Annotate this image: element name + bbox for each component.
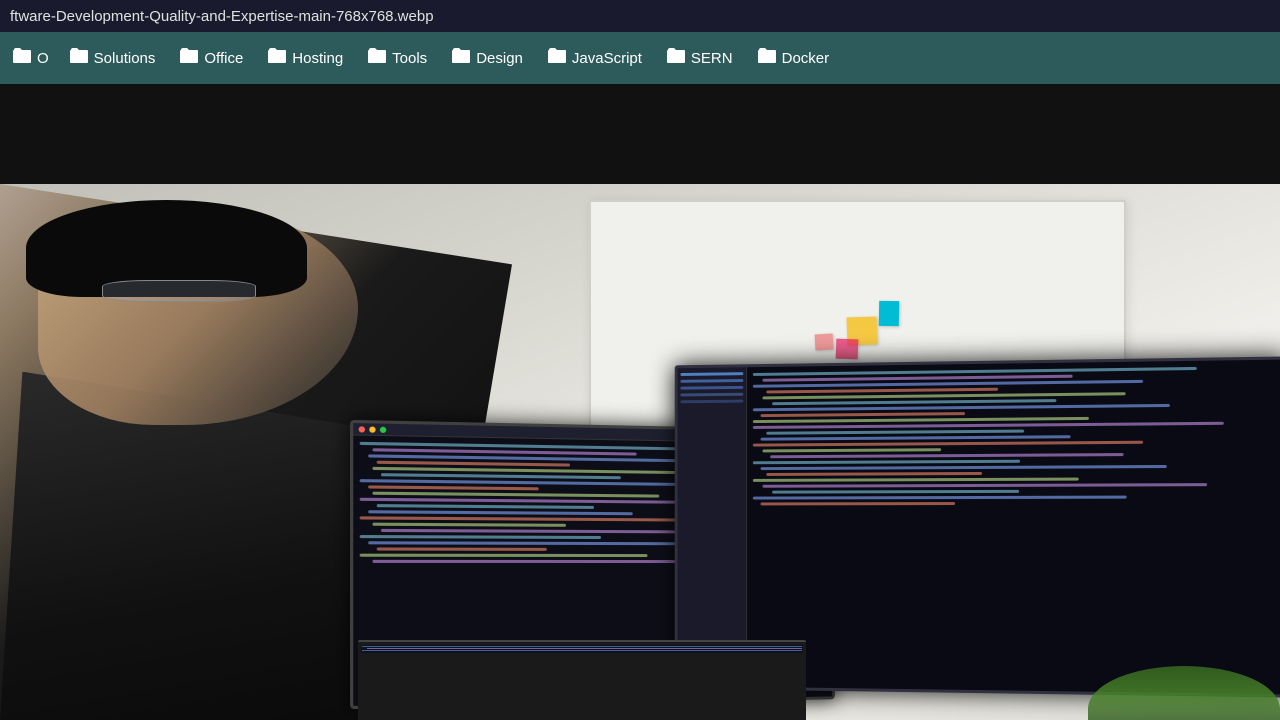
bookmark-label-sern: SERN xyxy=(691,50,733,67)
folder-icon-javascript xyxy=(547,47,567,69)
bookmark-label-solutions: Solutions xyxy=(94,50,156,67)
bookmark-label-tools: Tools xyxy=(392,50,427,67)
laptop-foreground xyxy=(358,640,806,720)
bookmark-item-javascript[interactable]: JavaScript xyxy=(535,41,654,75)
bookmark-item-hosting[interactable]: Hosting xyxy=(255,41,355,75)
title-text: ftware-Development-Quality-and-Expertise… xyxy=(10,8,434,25)
folder-icon-sern xyxy=(666,47,686,69)
photo-container xyxy=(0,184,1280,720)
folder-icon-docker xyxy=(757,47,777,69)
folder-icon-design xyxy=(451,47,471,69)
code-lines-right xyxy=(747,359,1280,511)
folder-icon-solutions xyxy=(69,47,89,69)
bookmark-item-office[interactable]: Office xyxy=(167,41,255,75)
title-bar: ftware-Development-Quality-and-Expertise… xyxy=(0,0,1280,32)
bookmark-label-javascript: JavaScript xyxy=(572,50,642,67)
bookmark-label-design: Design xyxy=(476,50,523,67)
main-image-area xyxy=(0,184,1280,720)
person-glasses xyxy=(102,280,256,301)
bookmark-item-design[interactable]: Design xyxy=(439,41,535,75)
folder-icon-tools xyxy=(367,47,387,69)
bookmark-item-tools[interactable]: Tools xyxy=(355,41,439,75)
bookmark-item-solutions[interactable]: Solutions xyxy=(57,41,168,75)
folder-icon-office xyxy=(179,47,199,69)
folder-icon-partial xyxy=(12,47,32,69)
bookmark-partial-label: O xyxy=(37,50,49,67)
bookmarks-bar: O Solutions Office Hosting xyxy=(0,32,1280,84)
editor-sidebar xyxy=(677,367,747,687)
bookmark-label-office: Office xyxy=(204,50,243,67)
folder-icon-hosting xyxy=(267,47,287,69)
bookmark-item-docker[interactable]: Docker xyxy=(745,41,842,75)
sticky-note-light-pink xyxy=(815,333,834,350)
sticky-note-pink xyxy=(836,339,859,360)
black-bar xyxy=(0,84,1280,184)
sticky-note-cyan xyxy=(879,301,899,326)
bookmark-item-sern[interactable]: SERN xyxy=(654,41,745,75)
bookmark-item-partial[interactable]: O xyxy=(4,41,57,75)
bookmark-label-hosting: Hosting xyxy=(292,50,343,67)
bookmark-label-docker: Docker xyxy=(782,50,830,67)
